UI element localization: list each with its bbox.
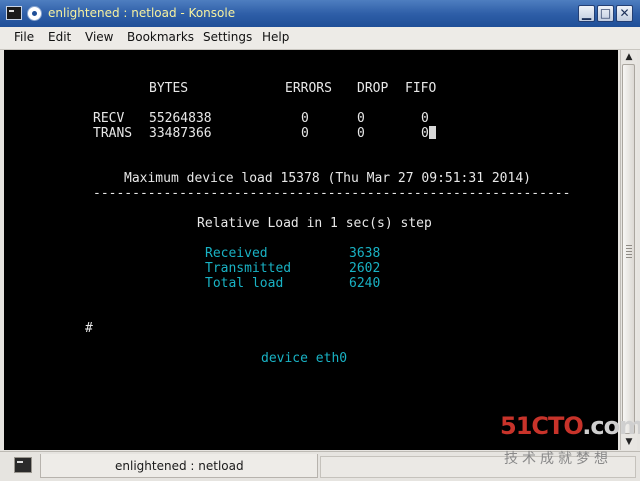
col-header-fifo: FIFO <box>405 81 437 96</box>
trans-fifo: 0 <box>421 126 429 141</box>
stat-transmitted-label: Transmitted <box>205 261 292 276</box>
trans-drop: 0 <box>357 126 365 141</box>
watermark-logo: 51CTO.com 技术成就梦想 <box>500 412 640 472</box>
stat-transmitted-value: 2602 <box>349 261 381 276</box>
terminal-output[interactable]: BYTES ERRORS DROP FIFO RECV 55264838 0 0… <box>4 50 618 450</box>
maximize-button[interactable]: □ <box>597 5 614 22</box>
tab-label: enlightened : netload <box>115 459 244 473</box>
scroll-up-arrow-icon[interactable]: ▲ <box>623 51 635 63</box>
konsole-window: enlightened : netload - Konsole ▁ □ ✕ Fi… <box>0 0 640 481</box>
col-header-errors: ERRORS <box>285 81 332 96</box>
trans-label: TRANS <box>93 126 133 141</box>
stat-received-label: Received <box>205 246 268 261</box>
terminal-app-icon[interactable] <box>6 6 22 20</box>
separator-line: ----------------------------------------… <box>93 186 571 201</box>
recv-drop: 0 <box>357 111 365 126</box>
tab-netload[interactable]: enlightened : netload <box>40 454 318 478</box>
menu-view[interactable]: View <box>85 30 113 44</box>
close-button[interactable]: ✕ <box>616 5 633 22</box>
scrollbar-thumb[interactable] <box>622 64 635 434</box>
window-menu-icon[interactable] <box>27 6 42 21</box>
watermark-brand: 51CTO <box>500 412 583 440</box>
menu-bookmarks[interactable]: Bookmarks <box>127 30 194 44</box>
watermark-domain: .com <box>582 412 640 440</box>
terminal-cursor <box>429 126 436 141</box>
title-bar[interactable]: enlightened : netload - Konsole ▁ □ ✕ <box>0 0 640 28</box>
stat-total-value: 6240 <box>349 276 381 291</box>
max-device-load: Maximum device load 15378 (Thu Mar 27 09… <box>124 171 531 186</box>
menu-settings[interactable]: Settings <box>203 30 252 44</box>
col-header-drop: DROP <box>357 81 389 96</box>
stat-received-value: 3638 <box>349 246 381 261</box>
stat-total-label: Total load <box>205 276 284 291</box>
window-title: enlightened : netload - Konsole <box>48 6 236 20</box>
shell-prompt: # <box>85 321 93 336</box>
watermark-main: 51CTO.com <box>500 412 640 440</box>
recv-errors: 0 <box>301 111 309 126</box>
menu-help[interactable]: Help <box>262 30 289 44</box>
menu-file[interactable]: File <box>14 30 34 44</box>
new-tab-icon[interactable] <box>14 457 32 473</box>
menu-edit[interactable]: Edit <box>48 30 71 44</box>
device-name: device eth0 <box>261 351 348 366</box>
scrollbar-grip-icon <box>626 245 632 259</box>
col-header-bytes: BYTES <box>149 81 189 96</box>
recv-bytes: 55264838 <box>149 111 212 126</box>
relative-load-heading: Relative Load in 1 sec(s) step <box>197 216 432 231</box>
recv-fifo: 0 <box>421 111 429 126</box>
vertical-scrollbar[interactable]: ▲ ▼ <box>620 50 637 450</box>
trans-bytes: 33487366 <box>149 126 212 141</box>
trans-errors: 0 <box>301 126 309 141</box>
recv-label: RECV <box>93 111 125 126</box>
menu-bar: File Edit View Bookmarks Settings Help <box>0 27 640 50</box>
minimize-button[interactable]: ▁ <box>578 5 595 22</box>
watermark-slogan: 技术成就梦想 <box>504 451 612 467</box>
